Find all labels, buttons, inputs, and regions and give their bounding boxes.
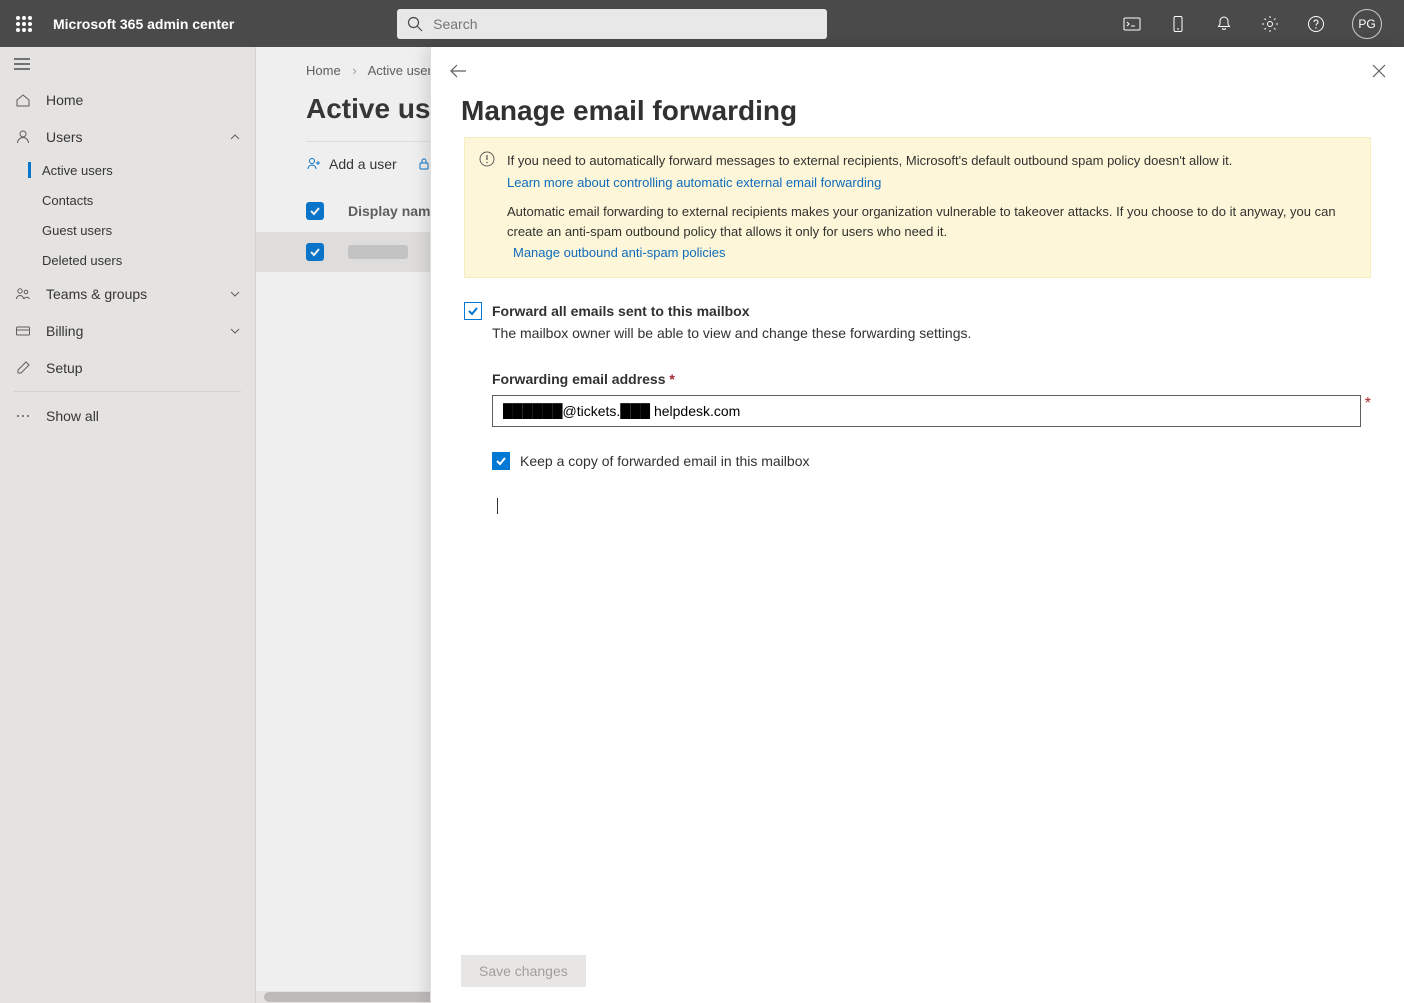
nav-home[interactable]: Home [0, 81, 255, 118]
nav-teams-groups[interactable]: Teams & groups [0, 275, 255, 312]
gear-icon [1261, 15, 1279, 33]
nav-label: Users [46, 129, 83, 145]
info-text-2: Automatic email forwarding to external r… [507, 202, 1356, 241]
keep-copy-label: Keep a copy of forwarded email in this m… [520, 453, 809, 469]
nav-sub-label: Active users [42, 163, 113, 178]
home-icon [14, 91, 32, 109]
nav-sub-label: Contacts [42, 193, 93, 208]
info-link-1[interactable]: Learn more about controlling automatic e… [507, 175, 881, 190]
search-icon [407, 16, 423, 32]
panel-back-button[interactable] [449, 63, 467, 79]
forwarding-address-label: Forwarding email address * [492, 371, 1371, 387]
forward-all-hint: The mailbox owner will be able to view a… [492, 325, 1371, 341]
nav-label: Show all [46, 408, 99, 424]
info-link-2[interactable]: Manage outbound anti-spam policies [513, 245, 725, 260]
select-all-checkbox[interactable] [306, 202, 324, 220]
arrow-left-icon [449, 63, 467, 79]
billing-icon [14, 322, 32, 340]
nav-label: Home [46, 92, 83, 108]
nav-setup[interactable]: Setup [0, 349, 255, 386]
chevron-down-icon [229, 325, 241, 337]
nav-label: Setup [46, 360, 83, 376]
row-checkbox[interactable] [306, 243, 324, 261]
required-indicator: * [669, 371, 674, 387]
avatar-initials: PG [1358, 17, 1375, 31]
header-settings[interactable] [1248, 0, 1292, 47]
header-bar: Microsoft 365 admin center PG [0, 0, 1404, 47]
teams-icon [14, 285, 32, 303]
add-user-icon [306, 156, 322, 172]
chevron-down-icon [229, 288, 241, 300]
redacted-name [348, 245, 408, 259]
forwarding-address-input[interactable] [492, 395, 1361, 427]
panel-close-button[interactable] [1372, 64, 1386, 78]
header-notifications[interactable] [1202, 0, 1246, 47]
header-help[interactable] [1294, 0, 1338, 47]
required-indicator: * [1365, 395, 1371, 413]
nav-show-all[interactable]: Show all [0, 397, 255, 434]
left-nav: Home Users Active users Contacts Guest u… [0, 47, 256, 1003]
nav-label: Teams & groups [46, 286, 147, 302]
cmd-add-user[interactable]: Add a user [306, 156, 397, 172]
lock-icon [417, 157, 431, 171]
bell-icon [1215, 15, 1233, 33]
question-icon [1307, 15, 1325, 33]
close-icon [1372, 64, 1386, 78]
app-name: Microsoft 365 admin center [47, 16, 234, 32]
nav-deleted-users[interactable]: Deleted users [0, 245, 255, 275]
menu-icon [14, 57, 30, 71]
info-text-1: If you need to automatically forward mes… [507, 151, 1356, 171]
nav-label: Billing [46, 323, 83, 339]
keep-copy-checkbox[interactable] [492, 452, 510, 470]
panel-title: Manage email forwarding [431, 95, 1404, 137]
user-icon [14, 128, 32, 146]
manage-forwarding-panel: Manage email forwarding If you need to a… [430, 47, 1404, 1003]
header-shell-icon[interactable] [1110, 0, 1154, 47]
nav-users[interactable]: Users [0, 118, 255, 155]
cmd-label: Add a user [329, 156, 397, 172]
more-icon [14, 407, 32, 425]
save-changes-button[interactable]: Save changes [461, 955, 586, 987]
setup-icon [14, 359, 32, 377]
header-mobile-icon[interactable] [1156, 0, 1200, 47]
breadcrumb-home[interactable]: Home [306, 63, 341, 78]
col-display-name[interactable]: Display name [348, 203, 438, 219]
nav-active-users[interactable]: Active users [0, 155, 255, 185]
info-icon [479, 151, 495, 167]
text-cursor [497, 498, 498, 514]
nav-collapse-button[interactable] [14, 57, 30, 71]
account-avatar[interactable]: PG [1352, 9, 1382, 39]
nav-sub-label: Deleted users [42, 253, 122, 268]
nav-guest-users[interactable]: Guest users [0, 215, 255, 245]
app-launcher-button[interactable] [0, 0, 47, 47]
nav-sub-label: Guest users [42, 223, 112, 238]
terminal-icon [1123, 15, 1141, 33]
chevron-up-icon [229, 131, 241, 143]
forward-all-label: Forward all emails sent to this mailbox [492, 303, 750, 319]
search-input[interactable] [433, 9, 817, 39]
nav-billing[interactable]: Billing [0, 312, 255, 349]
nav-contacts[interactable]: Contacts [0, 185, 255, 215]
breadcrumb-active-users[interactable]: Active users [368, 63, 439, 78]
mobile-icon [1169, 15, 1187, 33]
chevron-right-icon: › [352, 63, 356, 78]
forward-all-checkbox[interactable] [464, 302, 482, 320]
search-box[interactable] [397, 9, 827, 39]
info-banner: If you need to automatically forward mes… [464, 137, 1371, 278]
scrollbar-thumb[interactable] [264, 992, 444, 1002]
waffle-icon [16, 16, 32, 32]
